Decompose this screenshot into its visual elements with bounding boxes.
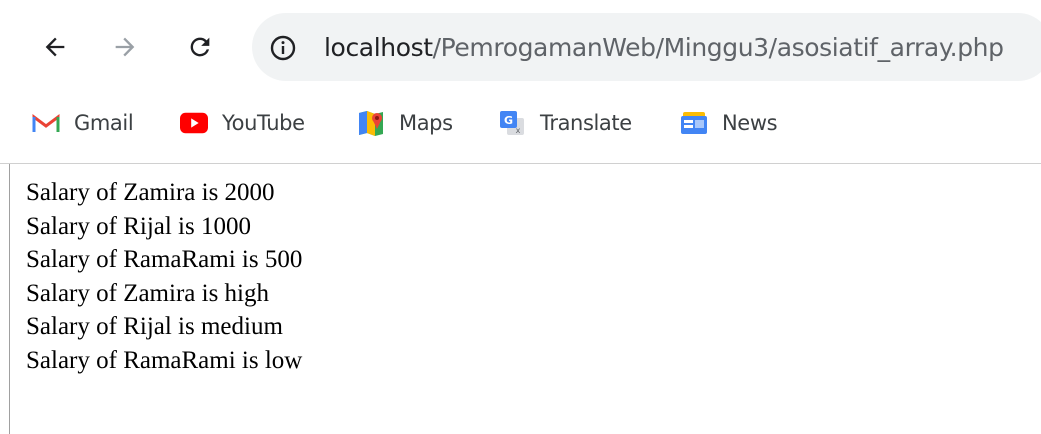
bookmark-label: Gmail: [74, 111, 134, 135]
reload-button[interactable]: [183, 30, 217, 64]
output-line: Salary of RamaRami is 500: [26, 246, 303, 273]
youtube-icon: [180, 110, 208, 136]
news-icon: [680, 110, 708, 136]
bookmark-label: YouTube: [222, 111, 305, 135]
window-edge: [9, 164, 10, 434]
forward-button[interactable]: [108, 30, 142, 64]
page-content: Salary of Zamira is 2000 Salary of Rijal…: [26, 176, 302, 377]
output-line: Salary of Rijal is 1000: [26, 212, 251, 240]
svg-text:G: G: [504, 114, 513, 127]
bookmark-translate[interactable]: G x Translate: [498, 108, 632, 138]
forward-arrow-icon: [115, 37, 135, 57]
svg-text:x: x: [516, 126, 521, 135]
gmail-icon: [32, 110, 60, 136]
bookmark-label: Translate: [540, 111, 632, 135]
url-host: localhost: [324, 33, 433, 62]
bookmark-youtube[interactable]: YouTube: [180, 108, 305, 138]
bookmark-label: News: [722, 111, 778, 135]
output-line: Salary of Zamira is high: [26, 279, 269, 307]
maps-icon: [357, 110, 385, 136]
site-info-icon[interactable]: [270, 35, 296, 61]
reload-icon: [190, 37, 210, 57]
output-line: Salary of Zamira is 2000: [26, 179, 275, 206]
bookmark-label: Maps: [399, 111, 453, 135]
url-text[interactable]: localhost/PemrogamanWeb/Minggu3/asosiati…: [324, 30, 1004, 66]
bookmark-maps[interactable]: Maps: [357, 108, 453, 138]
back-arrow-icon: [45, 37, 65, 57]
output-line: Salary of RamaRami is low: [26, 346, 303, 374]
bookmark-news[interactable]: News: [680, 108, 778, 138]
browser-toolbar: localhost/PemrogamanWeb/Minggu3/asosiati…: [0, 0, 1041, 164]
output-line: Salary of Rijal is medium: [26, 313, 283, 340]
url-path: /PemrogamanWeb/Minggu3/asosiatif_array.p…: [432, 33, 1004, 62]
bookmark-gmail[interactable]: Gmail: [32, 108, 134, 138]
back-button[interactable]: [38, 30, 72, 64]
translate-icon: G x: [498, 110, 526, 136]
